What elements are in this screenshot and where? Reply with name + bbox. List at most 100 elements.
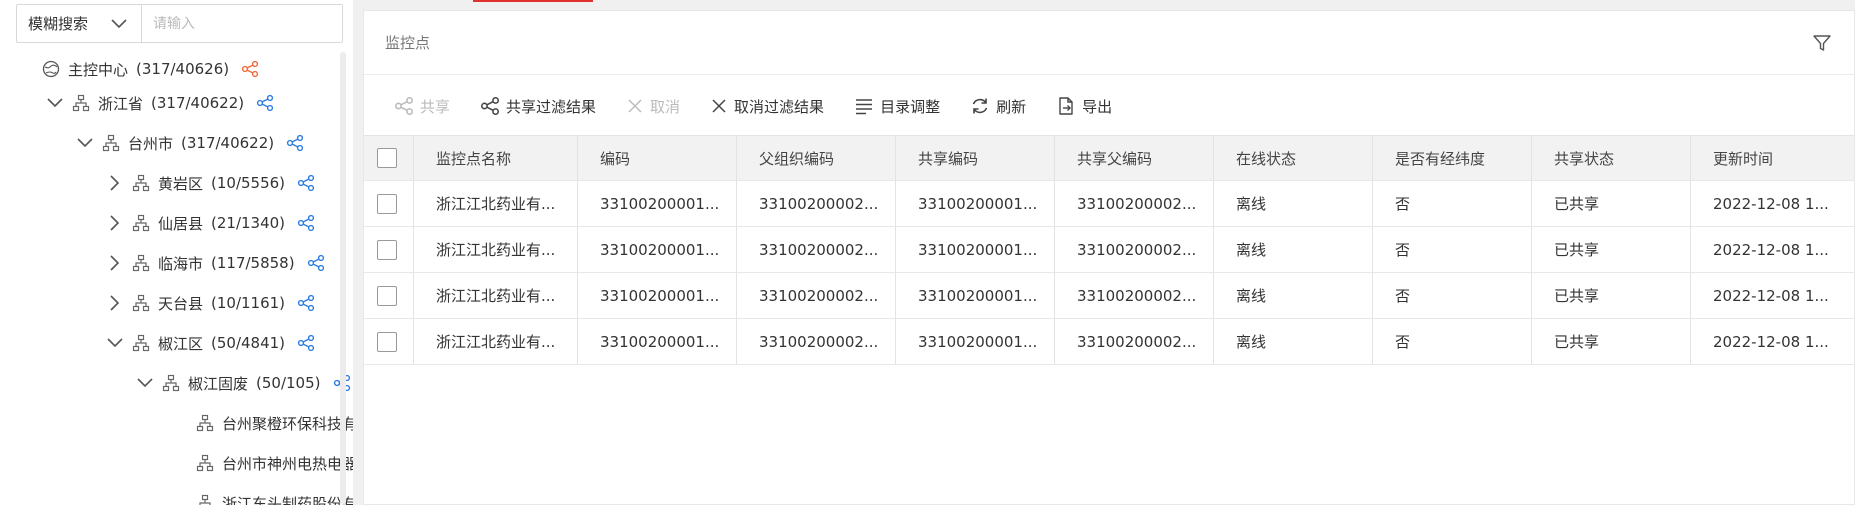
share-filtered-button[interactable]: 共享过滤结果	[480, 96, 596, 117]
chevron-down-icon[interactable]	[104, 332, 126, 354]
close-icon	[712, 99, 726, 113]
tree-search-bar: 模糊搜索	[16, 4, 343, 43]
table-cell: 离线	[1214, 227, 1373, 272]
tree-node-leaf[interactable]: 台州市神州电热电器	[190, 448, 353, 478]
tree-node-label: 天台县	[158, 294, 204, 313]
tree-node-district[interactable]: 黄岩区 (10/5556)	[104, 168, 315, 198]
table-header-row: 监控点名称 编码 父组织编码 共享编码 共享父编码 在线状态 是否有经纬度 共享…	[364, 135, 1854, 181]
table-cell: 33100200001...	[896, 319, 1055, 364]
tree-node-district[interactable]: 临海市 (117/5858)	[104, 248, 325, 278]
refresh-label: 刷新	[996, 97, 1027, 116]
share-icon[interactable]	[307, 254, 325, 272]
column-header[interactable]: 是否有经纬度	[1373, 136, 1532, 180]
chevron-down-icon[interactable]	[74, 132, 96, 154]
select-all-checkbox[interactable]	[377, 148, 397, 168]
tree-node-city[interactable]: 台州市 (317/40622)	[74, 128, 304, 158]
share-icon[interactable]	[297, 174, 315, 192]
table-cell: 已共享	[1532, 227, 1691, 272]
cancel-button[interactable]: 取消	[626, 96, 680, 117]
select-all-cell	[364, 136, 414, 180]
table-cell: 否	[1373, 319, 1532, 364]
tree-node-leaf[interactable]: 台州聚橙环保科技有	[190, 408, 353, 438]
column-header[interactable]: 编码	[578, 136, 737, 180]
table-cell: 33100200002...	[1055, 227, 1214, 272]
table-cell: 33100200001...	[578, 273, 737, 318]
cancel-filtered-button[interactable]: 取消过滤结果	[710, 96, 824, 117]
chevron-down-icon	[111, 18, 127, 28]
table-row[interactable]: 浙江江北药业有... 33100200001... 33100200002...…	[364, 181, 1854, 227]
row-checkbox[interactable]	[377, 239, 397, 260]
tree-node-label: 黄岩区	[158, 174, 204, 193]
tree-node-district[interactable]: 天台县 (10/1161)	[104, 288, 315, 318]
share-filtered-label: 共享过滤结果	[506, 97, 597, 116]
table-cell: 已共享	[1532, 181, 1691, 226]
tree-node-count: (317/40622)	[181, 134, 275, 152]
table-cell: 否	[1373, 273, 1532, 318]
tree-node-label: 浙江东头制药股份有	[222, 494, 353, 505]
column-header[interactable]: 父组织编码	[737, 136, 896, 180]
tree-node-count: (10/1161)	[211, 294, 286, 312]
table-cell: 浙江江北药业有...	[414, 227, 578, 272]
tree-node-count: (50/105)	[256, 374, 321, 392]
active-tab-indicator	[473, 0, 593, 2]
row-checkbox[interactable]	[377, 331, 397, 352]
share-icon[interactable]	[286, 134, 304, 152]
tree-node-province[interactable]: 浙江省 (317/40622)	[44, 88, 274, 118]
tree-node-label: 椒江区	[158, 334, 204, 353]
export-button[interactable]: 导出	[1056, 96, 1112, 117]
tree-node-count: (117/5858)	[211, 254, 295, 272]
tree-node-label: 浙江省	[98, 94, 144, 113]
search-mode-select[interactable]: 模糊搜索	[17, 5, 142, 42]
catalog-adjust-label: 目录调整	[880, 97, 941, 116]
share-button[interactable]: 共享	[394, 96, 450, 117]
chevron-right-icon[interactable]	[104, 172, 126, 194]
column-header[interactable]: 更新时间	[1691, 136, 1845, 180]
column-header[interactable]: 在线状态	[1214, 136, 1373, 180]
chevron-down-icon[interactable]	[44, 92, 66, 114]
tree-node-root[interactable]: 主控中心 (317/40626)	[36, 54, 259, 84]
column-header[interactable]: 共享父编码	[1055, 136, 1214, 180]
column-header[interactable]: 监控点名称	[414, 136, 578, 180]
chevron-right-icon[interactable]	[104, 292, 126, 314]
table-row[interactable]: 浙江江北药业有... 33100200001... 33100200002...…	[364, 319, 1854, 365]
chevron-down-icon[interactable]	[134, 372, 156, 394]
catalog-adjust-button[interactable]: 目录调整	[854, 96, 940, 117]
column-header[interactable]: 共享状态	[1532, 136, 1691, 180]
row-select-cell	[364, 319, 414, 364]
table-cell: 33100200002...	[1055, 273, 1214, 318]
tree-scrollbar[interactable]	[340, 52, 346, 505]
panel-header: 监控点	[364, 11, 1854, 75]
row-checkbox[interactable]	[377, 285, 397, 306]
tree-node-label: 台州市神州电热电器	[222, 454, 353, 473]
table-cell: 33100200002...	[737, 181, 896, 226]
cancel-filtered-label: 取消过滤结果	[734, 97, 825, 116]
row-checkbox[interactable]	[377, 193, 397, 214]
tree-search-input[interactable]	[142, 5, 342, 42]
share-icon	[481, 96, 500, 116]
filter-icon[interactable]	[1812, 33, 1832, 57]
table-row[interactable]: 浙江江北药业有... 33100200001... 33100200002...…	[364, 227, 1854, 273]
table-cell: 33100200002...	[737, 273, 896, 318]
chevron-right-icon[interactable]	[104, 252, 126, 274]
tree-node-leaf[interactable]: 浙江东头制药股份有	[190, 488, 353, 505]
tree-node-count: (21/1340)	[211, 214, 286, 232]
tree-node-district[interactable]: 椒江区 (50/4841)	[104, 328, 315, 358]
table-cell: 2022-12-08 1...	[1713, 194, 1829, 213]
tree-node-district[interactable]: 仙居县 (21/1340)	[104, 208, 315, 238]
table-cell: 2022-12-08 1...	[1713, 286, 1829, 305]
tree-node-label: 椒江固废	[188, 374, 249, 393]
refresh-button[interactable]: 刷新	[970, 96, 1026, 117]
share-icon[interactable]	[256, 94, 274, 112]
tree-node-group[interactable]: 椒江固废 (50/105)	[134, 368, 351, 398]
chevron-right-icon[interactable]	[104, 212, 126, 234]
table-row[interactable]: 浙江江北药业有... 33100200001... 33100200002...…	[364, 273, 1854, 319]
share-icon[interactable]	[297, 294, 315, 312]
row-select-cell	[364, 227, 414, 272]
table-cell: 已共享	[1532, 319, 1691, 364]
panel-divider	[353, 0, 363, 505]
share-icon[interactable]	[241, 60, 259, 78]
share-icon[interactable]	[297, 214, 315, 232]
column-header[interactable]: 共享编码	[896, 136, 1055, 180]
share-icon[interactable]	[297, 334, 315, 352]
org-node-icon	[194, 412, 216, 434]
